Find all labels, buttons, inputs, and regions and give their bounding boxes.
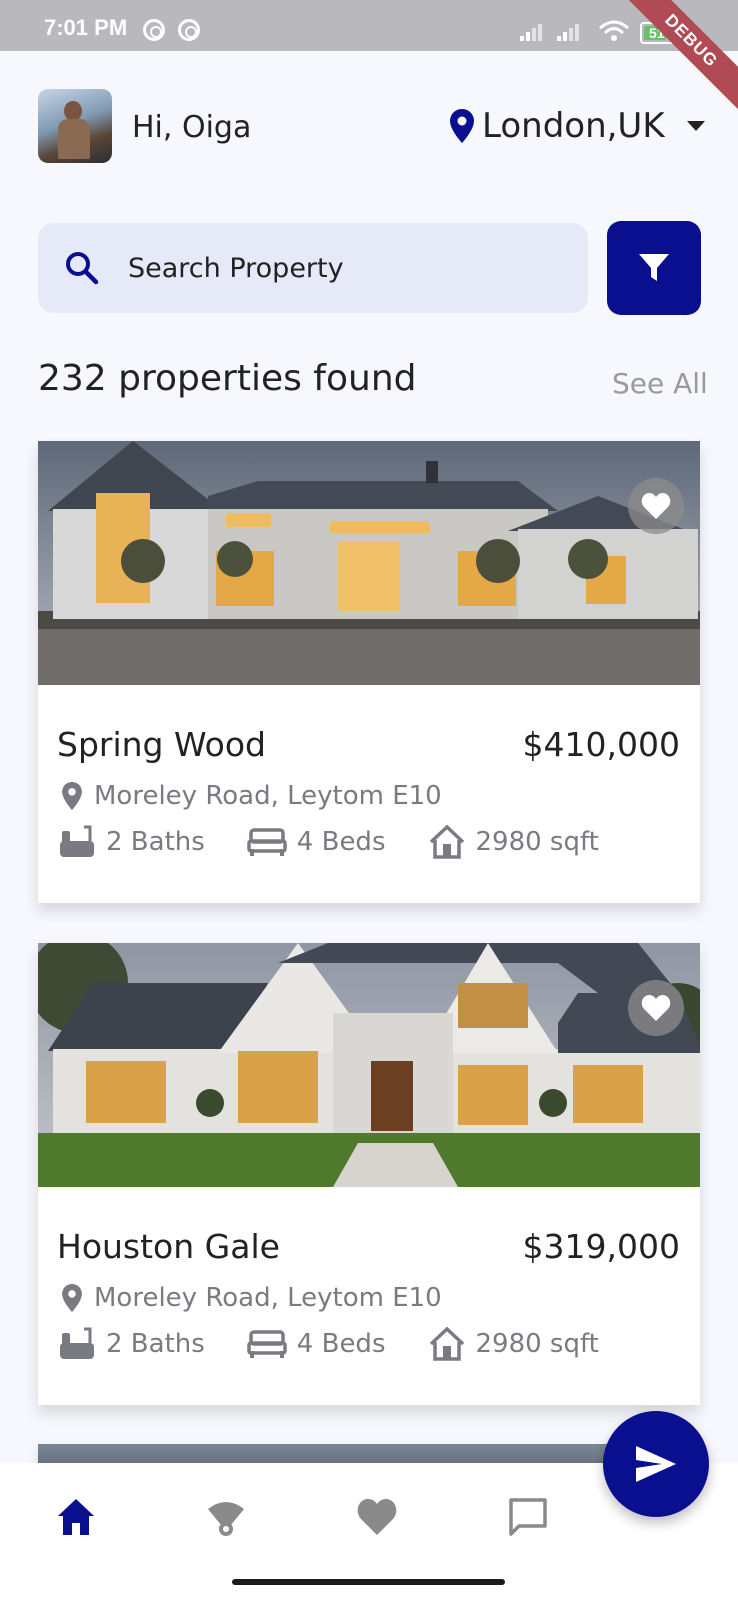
area-text: 2980 sqft bbox=[475, 827, 599, 857]
feature-beds: 4 Beds bbox=[247, 827, 386, 857]
favorite-button[interactable] bbox=[628, 478, 684, 534]
chevron-down-icon bbox=[686, 121, 705, 131]
wifi-icon[interactable] bbox=[204, 1495, 248, 1539]
greeting: Hi, Oiga bbox=[132, 110, 252, 145]
heart-icon bbox=[641, 493, 671, 519]
property-features: 2 Baths 4 Beds 2980 sqft bbox=[58, 823, 641, 861]
feature-beds: 4 Beds bbox=[247, 1329, 386, 1359]
bathtub-icon bbox=[60, 1327, 94, 1359]
home-icon[interactable] bbox=[54, 1495, 98, 1539]
wifi-status-icon bbox=[599, 20, 629, 41]
address-text: Moreley Road, Leytom E10 bbox=[94, 781, 442, 811]
heart-icon[interactable] bbox=[355, 1495, 399, 1539]
house-icon bbox=[429, 1326, 464, 1361]
avatar[interactable] bbox=[38, 89, 112, 163]
search-icon bbox=[66, 252, 99, 285]
sync-icon bbox=[143, 19, 165, 41]
send-icon bbox=[636, 1446, 676, 1482]
sync-icon bbox=[178, 19, 200, 41]
debug-banner: DEBUG bbox=[613, 0, 738, 119]
results-count: 232 properties found bbox=[38, 358, 417, 399]
status-bar: 7:01 PM 51 DEBUG bbox=[0, 0, 738, 119]
search-input[interactable] bbox=[128, 245, 548, 291]
see-all-link[interactable]: See All bbox=[612, 367, 708, 400]
chat-icon[interactable] bbox=[506, 1495, 550, 1539]
house-icon bbox=[429, 824, 464, 859]
bathtub-icon bbox=[60, 825, 94, 857]
bed-icon bbox=[247, 828, 287, 856]
feature-baths: 2 Baths bbox=[58, 823, 205, 861]
status-time: 7:01 PM bbox=[44, 15, 128, 40]
baths-text: 2 Baths bbox=[106, 827, 205, 857]
search-bar[interactable] bbox=[38, 223, 588, 313]
feature-baths: 2 Baths bbox=[58, 1325, 205, 1363]
area-text: 2980 sqft bbox=[475, 1329, 599, 1359]
signal-icon bbox=[557, 24, 579, 41]
property-photo bbox=[38, 441, 700, 685]
property-card[interactable]: Houston Gale $319,000 Moreley Road, Leyt… bbox=[38, 943, 700, 1405]
bed-icon bbox=[247, 1330, 287, 1358]
baths-text: 2 Baths bbox=[106, 1329, 205, 1359]
favorite-button[interactable] bbox=[628, 980, 684, 1036]
filter-icon bbox=[639, 254, 669, 281]
property-price: $319,000 bbox=[522, 1227, 680, 1266]
property-card[interactable]: Spring Wood $410,000 Moreley Road, Leyto… bbox=[38, 441, 700, 903]
location-pin-icon bbox=[450, 109, 474, 143]
address-text: Moreley Road, Leytom E10 bbox=[94, 1283, 442, 1313]
property-name: Spring Wood bbox=[57, 725, 267, 764]
location-label: London,UK bbox=[482, 106, 665, 146]
filter-button[interactable] bbox=[607, 221, 701, 315]
property-address: Moreley Road, Leytom E10 bbox=[62, 1283, 442, 1313]
beds-text: 4 Beds bbox=[296, 827, 386, 857]
property-name: Houston Gale bbox=[57, 1227, 280, 1266]
beds-text: 4 Beds bbox=[296, 1329, 386, 1359]
property-photo bbox=[38, 943, 700, 1187]
home-indicator bbox=[232, 1579, 505, 1585]
send-button[interactable] bbox=[603, 1411, 709, 1517]
signal-icon bbox=[520, 24, 542, 41]
property-features: 2 Baths 4 Beds 2980 sqft bbox=[58, 1325, 641, 1363]
location-selector[interactable]: London,UK bbox=[450, 106, 705, 146]
feature-area: 2980 sqft bbox=[428, 824, 599, 860]
property-price: $410,000 bbox=[522, 725, 680, 764]
feature-area: 2980 sqft bbox=[428, 1326, 599, 1362]
location-pin-icon bbox=[62, 1284, 82, 1312]
property-address: Moreley Road, Leytom E10 bbox=[62, 781, 442, 811]
heart-icon bbox=[641, 995, 671, 1021]
location-pin-icon bbox=[62, 782, 82, 810]
